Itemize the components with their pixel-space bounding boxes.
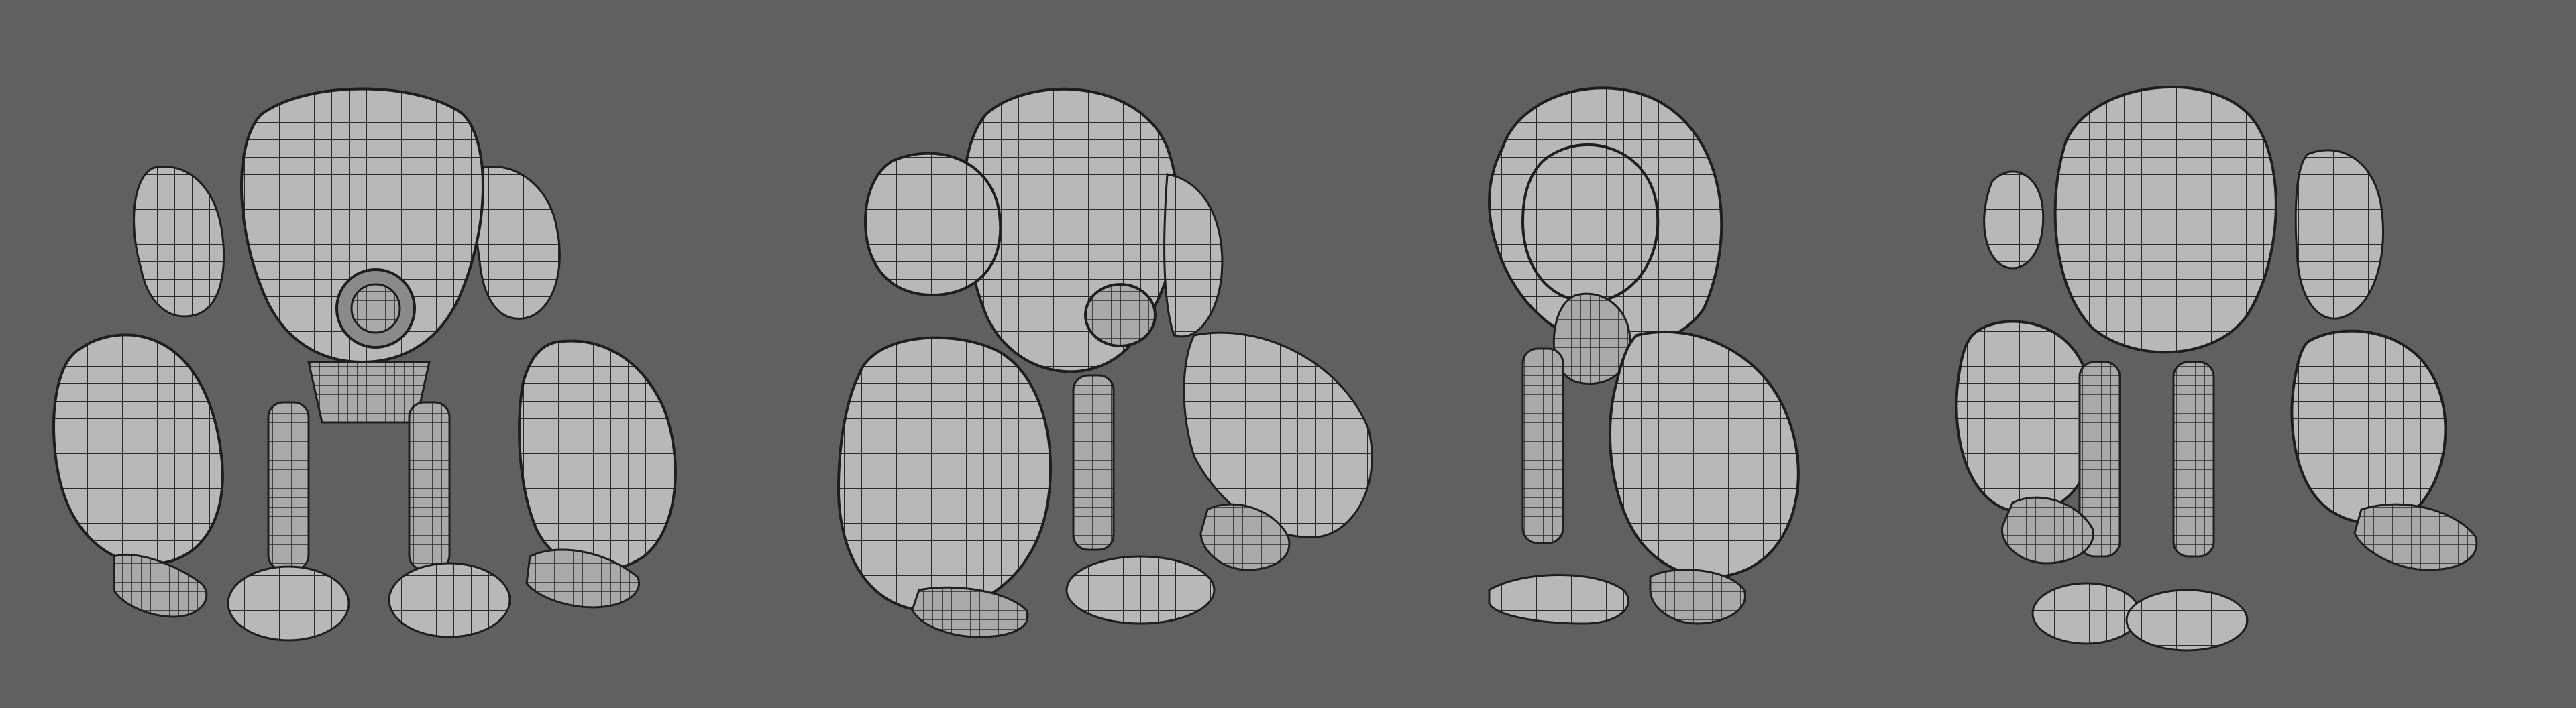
robot-side-view: [1449, 0, 1919, 708]
robot-front-view: [0, 0, 724, 708]
left-upper-arm: [133, 166, 225, 318]
forearm: [1609, 330, 1800, 579]
shoulder-pod: [1521, 143, 1660, 304]
right-leg: [2172, 361, 2215, 558]
foot: [1488, 574, 1629, 625]
back-arm: [1163, 173, 1224, 338]
leg: [1521, 347, 1564, 544]
left-forearm: [52, 333, 224, 566]
left-hand: [113, 553, 208, 618]
right-forearm: [518, 339, 677, 572]
front-hand: [911, 586, 1029, 638]
right-leg: [408, 401, 451, 571]
right-foot: [388, 562, 511, 638]
right-upper-arm: [472, 166, 561, 320]
eye: [1084, 283, 1157, 347]
right-forearm: [2290, 329, 2447, 524]
robot-back-view: [1932, 0, 2576, 708]
hand: [1649, 569, 1747, 625]
viewport: [0, 0, 2576, 708]
left-leg: [267, 401, 310, 571]
torso: [2053, 86, 2277, 354]
robot-three-quarter-view: [792, 0, 1449, 708]
left-foot: [227, 565, 350, 642]
foot: [1065, 555, 1216, 625]
leg: [1072, 374, 1115, 551]
shoulder-pod: [863, 152, 1002, 297]
left-foot: [2031, 582, 2141, 645]
left-forearm: [1955, 320, 2096, 514]
front-forearm: [837, 336, 1053, 613]
right-upper-arm: [2294, 149, 2384, 320]
left-shoulder: [1983, 170, 2045, 270]
right-foot: [2125, 589, 2249, 652]
right-hand: [2353, 503, 2478, 571]
